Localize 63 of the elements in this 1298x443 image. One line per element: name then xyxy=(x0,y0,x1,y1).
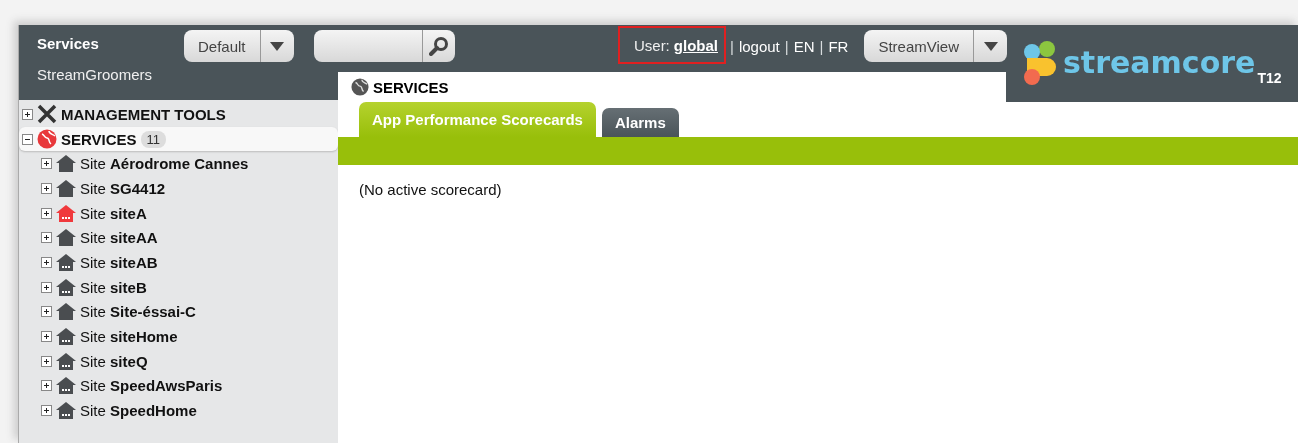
header-title: Services xyxy=(37,35,100,52)
empty-message: (No active scorecard) xyxy=(358,180,503,200)
count-badge: 11 xyxy=(140,130,167,148)
site-label: Site siteQ xyxy=(80,352,148,370)
site-item[interactable]: Site Site-éssai-C xyxy=(19,299,338,325)
site-label: Site siteA xyxy=(80,204,147,222)
tree-item[interactable]: SERVICES 11 xyxy=(19,126,338,152)
header-link[interactable]: EN xyxy=(793,37,815,55)
site-label: Site siteAB xyxy=(80,253,158,271)
header-link[interactable]: FR xyxy=(828,37,849,55)
user-link[interactable]: global xyxy=(673,36,718,54)
tree-label: MANAGEMENT TOOLS xyxy=(61,105,226,123)
site-item[interactable]: Site siteQ xyxy=(19,348,338,374)
site-label: Site SpeedAwsParis xyxy=(80,377,223,395)
user-label: User: xyxy=(633,36,670,54)
header-subtitle: StreamGroomers xyxy=(37,66,154,83)
site-item[interactable]: Site SpeedHome xyxy=(19,398,338,423)
globe-icon xyxy=(351,78,369,96)
expand-icon[interactable] xyxy=(41,405,52,417)
site-item[interactable]: Site SpeedAwsParis xyxy=(19,373,338,399)
site-label: Site siteHome xyxy=(80,328,178,346)
header-link[interactable]: logout xyxy=(738,37,780,55)
expand-icon[interactable] xyxy=(41,306,52,318)
caret-icon xyxy=(270,41,285,51)
expand-icon[interactable] xyxy=(41,158,52,170)
site-item[interactable]: Site Aérodrome Cannes xyxy=(19,151,338,177)
search-field[interactable] xyxy=(313,30,455,62)
collapse-icon[interactable] xyxy=(22,133,33,145)
expand-icon[interactable] xyxy=(41,182,52,194)
separator: | xyxy=(819,37,824,55)
tree-item[interactable]: MANAGEMENT TOOLS xyxy=(19,102,338,127)
site-label: Site siteB xyxy=(80,278,147,296)
expand-icon[interactable] xyxy=(41,207,52,219)
edition-label: T12 xyxy=(1257,70,1282,86)
site-item[interactable]: Site siteB xyxy=(19,274,338,300)
separator: | xyxy=(784,37,789,55)
site-label: Site SG4412 xyxy=(80,179,166,197)
site-item[interactable]: Site SG4412 xyxy=(19,176,338,201)
site-item[interactable]: Site siteAA xyxy=(19,225,338,251)
globe-icon xyxy=(37,129,57,150)
separator: | xyxy=(729,37,734,55)
view-dropdown[interactable]: Default xyxy=(184,30,294,62)
site-label: Site SpeedHome xyxy=(80,402,197,420)
site-label: Site Aérodrome Cannes xyxy=(80,155,249,173)
expand-icon[interactable] xyxy=(41,256,52,268)
logo-icon xyxy=(1023,39,1057,86)
expand-icon[interactable] xyxy=(41,380,52,392)
site-item[interactable]: Site siteAB xyxy=(19,250,338,275)
expand-icon[interactable] xyxy=(41,232,52,244)
site-label: Site Site-éssai-C xyxy=(80,303,196,321)
tab[interactable]: Alarms xyxy=(601,108,679,137)
site-label: Site siteAA xyxy=(80,229,158,247)
site-item[interactable]: Site siteA xyxy=(19,200,338,226)
panel-title: SERVICES xyxy=(373,78,449,96)
app-dropdown[interactable]: StreamView xyxy=(864,30,1007,62)
expand-icon[interactable] xyxy=(41,331,52,343)
tree-label: SERVICES xyxy=(61,130,137,148)
expand-icon[interactable] xyxy=(22,108,33,120)
logo-text: streamcore xyxy=(1063,45,1256,80)
site-item[interactable]: Site siteHome xyxy=(19,324,338,349)
expand-icon[interactable] xyxy=(41,281,52,293)
caret-icon xyxy=(983,41,998,51)
expand-icon[interactable] xyxy=(41,355,52,367)
